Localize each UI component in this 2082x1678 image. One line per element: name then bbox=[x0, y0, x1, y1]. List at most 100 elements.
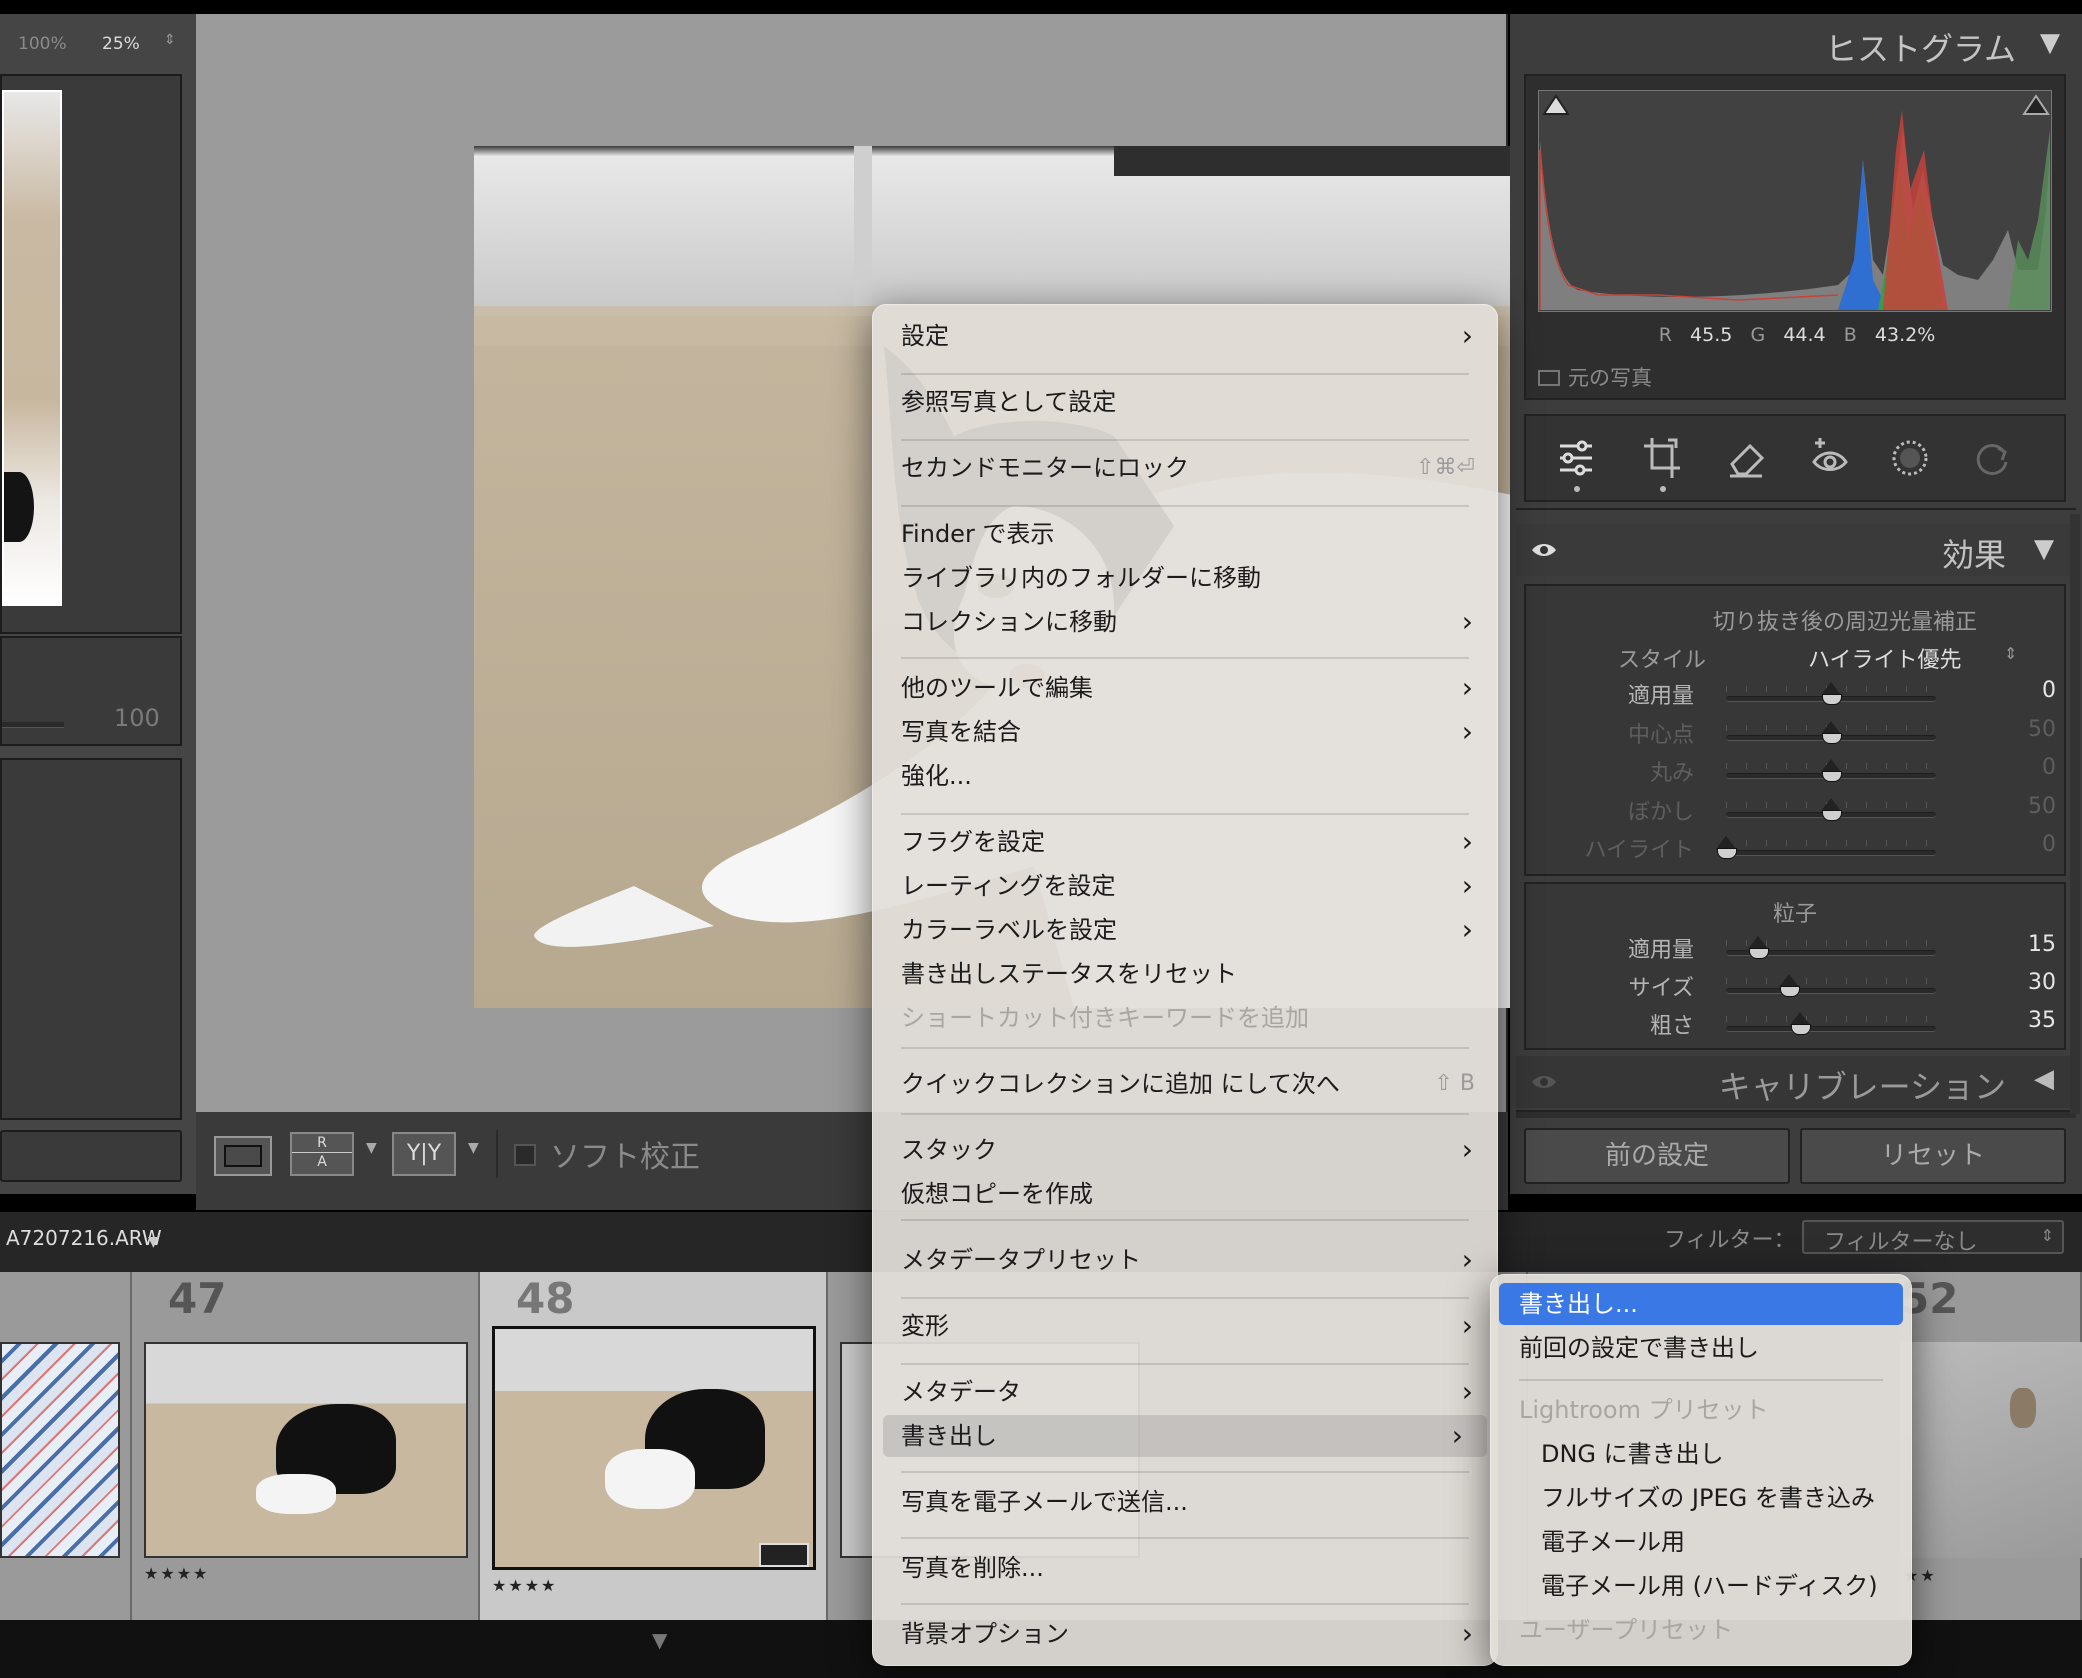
right-scrollbar[interactable] bbox=[2070, 514, 2080, 1114]
before-after-dropdown-icon[interactable]: ▼ bbox=[366, 1140, 377, 1156]
context-menu-item[interactable]: 強化... bbox=[873, 755, 1497, 797]
calibration-visibility-eye-icon[interactable] bbox=[1530, 1072, 1558, 1092]
context-menu-item[interactable]: メタデータプリセット › bbox=[873, 1239, 1497, 1281]
context-menu-item[interactable]: 参照写真として設定 bbox=[873, 381, 1497, 423]
grain-slider-thumb[interactable] bbox=[1789, 1012, 1811, 1035]
before-after-button[interactable]: R A bbox=[290, 1132, 354, 1176]
filter-value: フィルターなし bbox=[1824, 1230, 1978, 1255]
context-menu-item[interactable]: レーティングを設定 › bbox=[873, 865, 1497, 907]
grain-slider-track[interactable] bbox=[1726, 988, 1936, 994]
vignette-slider-thumb[interactable] bbox=[1821, 720, 1842, 744]
filter-dropdown[interactable]: フィルターなし ⇕ bbox=[1802, 1220, 2064, 1255]
export-submenu-item[interactable]: フルサイズの JPEG を書き込み bbox=[1491, 1477, 1911, 1519]
histogram-graph[interactable] bbox=[1538, 90, 2052, 312]
grain-slider-row[interactable]: サイズ 30 bbox=[1516, 970, 2076, 1002]
soft-proof-checkbox[interactable] bbox=[514, 1144, 536, 1166]
context-menu-item[interactable]: メタデータ › bbox=[873, 1371, 1497, 1413]
grain-slider-value: 35 bbox=[2028, 1008, 2056, 1033]
context-menu-item[interactable]: 仮想コピーを作成 bbox=[873, 1173, 1497, 1215]
export-submenu-item[interactable]: DNG に書き出し bbox=[1491, 1433, 1911, 1475]
filmstrip-toggle-icon[interactable]: ▼ bbox=[652, 1628, 667, 1652]
crop-icon[interactable] bbox=[1642, 436, 1682, 480]
vignette-slider-thumb[interactable] bbox=[1821, 797, 1842, 821]
film-cell[interactable]: 52 ★★ bbox=[1900, 1272, 2082, 1620]
context-menu-item[interactable]: コレクションに移動 › bbox=[873, 601, 1497, 643]
context-menu-item[interactable]: Finder で表示 bbox=[873, 513, 1497, 555]
film-cell[interactable]: 47 ★★★★ bbox=[132, 1272, 480, 1620]
navigator-preview[interactable] bbox=[0, 74, 182, 634]
rgb-percent-sign: % bbox=[1917, 324, 1936, 346]
edit-sliders-icon[interactable] bbox=[1556, 438, 1596, 478]
context-menu-item[interactable]: 書き出し › bbox=[883, 1415, 1487, 1457]
vignette-slider-thumb[interactable] bbox=[1821, 759, 1842, 782]
original-photo-checkbox[interactable] bbox=[1538, 370, 1560, 386]
style-dropdown-icon[interactable]: ⇕ bbox=[2004, 644, 2017, 663]
vignette-slider-row[interactable]: ぼかし 50 bbox=[1516, 794, 2076, 826]
zoom-25-option[interactable]: 25% bbox=[102, 34, 140, 54]
context-menu-item[interactable]: 他のツールで編集 › bbox=[873, 667, 1497, 709]
grain-slider-track[interactable] bbox=[1726, 1026, 1936, 1032]
context-menu-item[interactable]: 写真を結合 › bbox=[873, 711, 1497, 753]
effects-collapse-icon[interactable]: ▼ bbox=[2034, 534, 2054, 564]
mask-icon[interactable] bbox=[1890, 438, 1930, 478]
context-menu-item[interactable]: フラグを設定 › bbox=[873, 821, 1497, 863]
filename-label[interactable]: A7207216.ARW bbox=[6, 1226, 162, 1250]
grain-slider-thumb[interactable] bbox=[1779, 974, 1800, 997]
film-cell-number: 48 bbox=[516, 1274, 575, 1323]
calibration-expand-icon[interactable]: ◀ bbox=[2034, 1064, 2054, 1094]
vignette-slider-thumb[interactable] bbox=[1821, 682, 1842, 705]
context-menu-item[interactable]: クイックコレクションに追加 にして次へ ⇧ B bbox=[873, 1063, 1497, 1105]
context-menu-item[interactable]: 書き出しステータスをリセット bbox=[873, 953, 1497, 995]
previous-button[interactable]: 前の設定 bbox=[1524, 1128, 1790, 1184]
context-menu-item[interactable]: 背景オプション › bbox=[873, 1613, 1497, 1655]
context-menu-item[interactable]: 写真を電子メールで送信... bbox=[873, 1481, 1497, 1523]
context-menu-item[interactable]: ライブラリ内のフォルダーに移動 bbox=[873, 557, 1497, 599]
vignette-slider-thumb[interactable] bbox=[1716, 836, 1737, 859]
vignette-slider-row[interactable]: 適用量 0 bbox=[1516, 678, 2076, 710]
histogram-title[interactable]: ヒストグラム bbox=[1825, 24, 2016, 70]
vignette-slider-row[interactable]: 丸み 0 bbox=[1516, 755, 2076, 787]
context-menu-item[interactable]: スタック › bbox=[873, 1129, 1497, 1171]
reset-button[interactable]: リセット bbox=[1800, 1128, 2066, 1184]
context-menu-item-label: 設定 bbox=[901, 322, 949, 350]
filename-dropdown-icon[interactable]: ▼ bbox=[148, 1234, 159, 1250]
export-submenu-item[interactable]: 前回の設定で書き出し bbox=[1491, 1327, 1911, 1369]
effects-visibility-eye-icon[interactable] bbox=[1530, 540, 1558, 560]
grain-slider-thumb[interactable] bbox=[1747, 936, 1769, 959]
grain-slider-row[interactable]: 粗さ 35 bbox=[1516, 1008, 2076, 1040]
style-dropdown[interactable]: ハイライト優先 bbox=[1808, 642, 1962, 674]
histogram-collapse-icon[interactable]: ▼ bbox=[2040, 28, 2060, 58]
vignette-slider-track[interactable] bbox=[1726, 850, 1936, 856]
vignette-slider-row[interactable]: ハイライト 0 bbox=[1516, 832, 2076, 864]
red-eye-icon[interactable] bbox=[1810, 434, 1850, 478]
context-menu-item[interactable]: セカンドモニターにロック ⇧⌘⏎ bbox=[873, 447, 1497, 489]
reset-cycle-icon[interactable] bbox=[1972, 438, 2012, 478]
yy-view-button[interactable]: Y|Y bbox=[392, 1132, 456, 1176]
export-submenu-item[interactable]: 電子メール用 (ハードディスク) bbox=[1491, 1565, 1911, 1607]
export-submenu-item[interactable]: 電子メール用 bbox=[1491, 1521, 1911, 1563]
left-slider-track[interactable] bbox=[2, 722, 64, 728]
calibration-header[interactable]: キャリブレーション ◀ bbox=[1516, 1056, 2076, 1108]
menu-separator bbox=[901, 439, 1469, 441]
loupe-view-button[interactable] bbox=[214, 1136, 272, 1176]
left-bottom-button[interactable] bbox=[0, 1130, 182, 1182]
export-submenu-item[interactable]: 書き出し... bbox=[1499, 1283, 1903, 1325]
effects-header[interactable]: 効果 ▼ bbox=[1516, 524, 2076, 576]
film-thumbnail-selected bbox=[492, 1326, 816, 1570]
film-cell-selected[interactable]: 48 ★★★★ bbox=[480, 1272, 828, 1620]
film-cell-46[interactable] bbox=[0, 1272, 132, 1620]
menu-separator bbox=[1519, 1379, 1883, 1381]
context-menu-item[interactable]: 変形 › bbox=[873, 1305, 1497, 1347]
zoom-stepper-icon[interactable]: ⇕ bbox=[164, 32, 176, 48]
context-menu-item[interactable]: カラーラベルを設定 › bbox=[873, 909, 1497, 951]
grain-slider-row[interactable]: 適用量 15 bbox=[1516, 932, 2076, 964]
context-menu-item[interactable]: 写真を削除... bbox=[873, 1547, 1497, 1589]
yy-dropdown-icon[interactable]: ▼ bbox=[468, 1140, 479, 1156]
vignette-slider-row[interactable]: 中心点 50 bbox=[1516, 717, 2076, 749]
vignette-slider-label: 丸み bbox=[1649, 761, 1694, 786]
context-menu-item[interactable]: 設定 › bbox=[873, 315, 1497, 357]
zoom-100-option[interactable]: 100% bbox=[18, 34, 67, 54]
context-menu-item-label: 写真を削除... bbox=[901, 1554, 1044, 1582]
eraser-icon[interactable] bbox=[1726, 438, 1766, 478]
submenu-arrow-icon: › bbox=[1461, 319, 1473, 352]
